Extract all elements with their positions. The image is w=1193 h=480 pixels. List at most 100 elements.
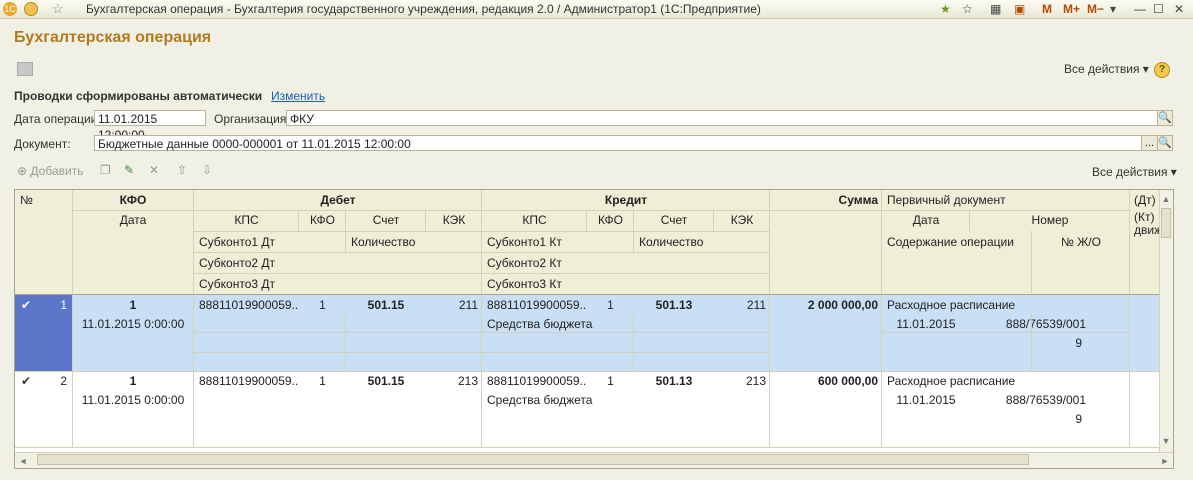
post-icon[interactable] [17,62,33,76]
row-kt-kfo: 1 [607,298,614,312]
horizontal-scroll-thumb[interactable] [37,454,1029,465]
row-kt-kfo: 1 [607,374,614,388]
row-kt-subconto1: Средства бюджета [487,393,593,407]
row-num: 2 [60,374,67,388]
organization-label: Организация: [214,112,290,126]
header-credit: Кредит [604,193,648,207]
help-icon[interactable]: ? [1154,62,1170,78]
header-dvij: движ [1134,224,1159,237]
header-num: № [20,193,33,207]
change-link[interactable]: Изменить [271,89,325,103]
row-pd-number: 888/76539/001 [1005,317,1086,331]
header-dt: (Дт) [1134,193,1156,207]
header-sum: Сумма [838,193,878,207]
header-subconto1-dt: Субконто1 Дт [199,235,276,249]
row-dt-account: 501.15 [367,298,405,312]
scroll-right-icon[interactable]: ► [1157,452,1173,468]
header-dt-kek: КЭК [442,213,466,227]
header-content: Содержание операции [887,235,1014,249]
menu-dropdown-icon[interactable] [24,2,38,16]
favorite-star-icon[interactable]: ☆ [52,1,64,17]
edit-icon[interactable]: ✎ [124,163,134,177]
all-actions-button[interactable]: Все действия ▾ [1064,62,1149,76]
header-subconto2-dt: Субконто2 Дт [199,256,276,270]
header-subconto3-dt: Субконто3 Дт [199,277,276,291]
header-kfo: КФО [119,193,147,207]
bookmark-icon[interactable]: ☆ [962,1,973,17]
header-date: Дата [119,213,147,227]
organization-field[interactable]: ФКУ [286,110,1158,126]
row-pd-number: 888/76539/001 [1005,393,1086,407]
header-dt-kps: КПС [234,213,259,227]
memory-mminus-button[interactable]: M− [1087,1,1104,17]
document-select-button[interactable]: ... [1141,135,1158,151]
scroll-left-icon[interactable]: ◄ [15,452,31,468]
row-check-icon[interactable]: ✔ [21,372,31,390]
row-kt-subconto1: Средства бюджета [487,317,593,331]
row-kfo: 1 [129,298,137,312]
calculator-icon[interactable]: ▦ [990,1,1001,17]
header-pd-number: Номер [1031,213,1069,227]
row-dt-kfo: 1 [319,374,326,388]
move-up-icon[interactable]: ⇧ [177,163,187,177]
row-journal: 9 [1075,336,1082,350]
delete-icon[interactable]: ✕ [149,163,159,177]
header-dt-account: Счет [372,213,400,227]
row-pd-name: Расходное расписание [887,374,1016,388]
scroll-down-icon[interactable]: ▼ [1159,432,1173,450]
header-dt-quantity: Количество [351,235,416,249]
row-kfo: 1 [129,374,137,388]
header-kt-kfo: КФО [597,213,624,227]
date-label: Дата операции: [14,112,101,126]
row-date: 11.01.2015 0:00:00 [81,317,185,331]
header-kt: (Кт) [1134,211,1155,224]
header-subconto2-kt: Субконто2 Кт [487,256,562,270]
memory-mplus-button[interactable]: M+ [1063,1,1080,17]
organization-search-icon[interactable]: 🔍 [1157,110,1173,126]
vertical-scroll-thumb[interactable] [1161,208,1171,238]
dropdown-icon[interactable]: ▾ [1110,1,1116,17]
copy-icon[interactable]: ❐ [100,163,111,177]
header-kt-kek: КЭК [730,213,754,227]
row-pd-date: 11.01.2015 [896,393,956,407]
header-kt-kps: КПС [522,213,547,227]
scroll-up-icon[interactable]: ▲ [1159,190,1173,208]
memory-m-button[interactable]: M [1042,1,1052,17]
maximize-icon[interactable]: ☐ [1153,1,1164,17]
header-subconto3-kt: Субконто3 Кт [487,277,562,291]
minimize-icon[interactable]: — [1134,1,1146,17]
move-down-icon[interactable]: ⇩ [202,163,212,177]
close-icon[interactable]: ✕ [1174,1,1184,17]
header-kt-quantity: Количество [639,235,704,249]
row-sum: 2 000 000,00 [807,298,878,312]
title-bar: 1C ☆ Бухгалтерская операция - Бухгалтери… [0,0,1193,19]
all-actions-label: Все действия [1064,62,1140,76]
row-dt-kfo: 1 [319,298,326,312]
row-kt-kek: 213 [745,374,766,388]
header-debit: Дебет [320,193,356,207]
favorites-icon[interactable]: ★ [940,1,951,17]
add-icon: ⊕ [17,164,28,178]
app-logo-icon[interactable]: 1C [3,2,17,16]
row-dt-kps: 88811019900059... [199,298,299,312]
date-field[interactable]: 11.01.2015 12:00:00 [94,110,206,142]
grid-all-actions-label: Все действия [1092,165,1168,179]
row-check-icon[interactable]: ✔ [21,296,31,314]
header-dt-kfo: КФО [309,213,336,227]
row-journal: 9 [1075,412,1082,426]
row-kt-kps: 88811019900059... [487,374,587,388]
header-subconto1-kt: Субконто1 Кт [487,235,562,249]
add-button-label: Добавить [30,164,84,178]
document-label: Документ: [14,137,71,151]
header-pd-date: Дата [912,213,940,227]
grid-all-actions-button[interactable]: Все действия ▾ [1092,165,1177,179]
document-field[interactable]: Бюджетные данные 0000-000001 от 11.01.20… [94,135,1142,151]
calendar-icon[interactable]: ▣ [1014,1,1025,17]
row-dt-kek: 213 [457,374,478,388]
row-kt-account: 501.13 [655,374,693,388]
add-button[interactable]: ⊕ Добавить [17,164,83,178]
row-kt-kek: 211 [746,298,766,312]
document-search-icon[interactable]: 🔍 [1157,135,1173,151]
window-title: Бухгалтерская операция - Бухгалтерия гос… [86,2,761,16]
entries-table: № КФО Дата Дебет КПС КФО Счет КЭК Субкон… [14,189,1174,469]
